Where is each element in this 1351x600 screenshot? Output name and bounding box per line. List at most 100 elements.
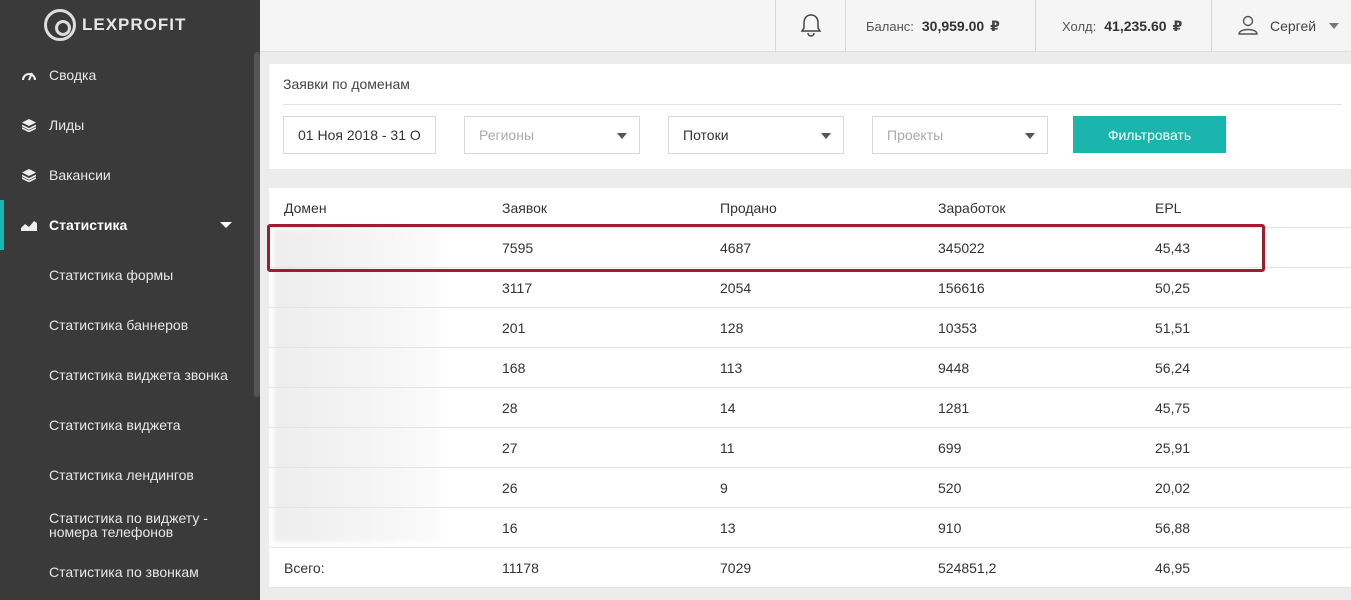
regions-select[interactable]: Регионы: [464, 116, 640, 154]
hold-label: Холд:: [1062, 18, 1097, 34]
notifications-button[interactable]: [775, 0, 845, 52]
user-menu[interactable]: Сергей: [1211, 0, 1351, 52]
filter-panel: Заявки по доменам 01 Ноя 2018 - 31 О Рег…: [269, 64, 1351, 169]
divider: [283, 104, 1342, 105]
topbar: Баланс: 30,959.00 ₽ Холд: 41,235.60 ₽ Се…: [260, 0, 1351, 52]
sold-cell: 13: [720, 519, 736, 536]
sold-cell: 11: [720, 439, 735, 456]
sidebar-item-statistics[interactable]: Статистика: [0, 200, 250, 250]
chevron-down-icon: [821, 133, 831, 139]
chevron-down-icon: [1329, 23, 1339, 29]
sidebar-subitem-callback-widget-stats[interactable]: Статистика виджета звонка: [0, 350, 250, 400]
total-requests: 11178: [502, 559, 539, 576]
regions-placeholder: Регионы: [479, 127, 535, 143]
balance-label: Баланс:: [866, 18, 914, 34]
column-header-domain[interactable]: Домен: [284, 200, 327, 216]
requests-cell: 26: [502, 479, 518, 496]
table-row: 27 11 699 25,91: [269, 428, 1351, 468]
layers-icon: [20, 118, 38, 132]
sold-cell: 128: [720, 319, 744, 336]
chevron-down-icon: [1025, 133, 1035, 139]
sidebar-item-label: Статистика: [49, 217, 128, 233]
sidebar-scrollbar[interactable]: [254, 52, 260, 397]
sidebar-subitem-call-stats[interactable]: Статистика по звонкам: [0, 550, 250, 594]
ruble-icon: ₽: [990, 17, 1000, 34]
table-row: 28 14 1281 45,75: [269, 388, 1351, 428]
logo-icon: [44, 9, 76, 41]
requests-cell: 201: [502, 319, 526, 336]
bell-icon: [800, 13, 822, 40]
user-icon: [1238, 15, 1258, 38]
sidebar-subitem-banner-stats[interactable]: Статистика баннеров: [0, 300, 250, 350]
chart-icon: [20, 218, 38, 232]
balance-value: 30,959.00: [921, 18, 985, 34]
projects-placeholder: Проекты: [887, 127, 944, 143]
logo-text: LEXPROFIT: [82, 15, 187, 34]
hold-display: Холд: 41,235.60 ₽: [1035, 0, 1211, 52]
logo[interactable]: LEXPROFIT: [0, 0, 260, 50]
earnings-cell: 9448: [938, 359, 970, 376]
streams-value: Потоки: [683, 127, 729, 143]
date-range-input[interactable]: 01 Ноя 2018 - 31 О: [283, 116, 436, 154]
chevron-down-icon[interactable]: [220, 222, 232, 228]
domain-stats-table: Домен Заявок Продано Заработок EPL 7595 …: [269, 188, 1351, 588]
hold-value: 41,235.60: [1104, 18, 1167, 34]
epl-cell: 51,51: [1155, 319, 1191, 336]
table-row: 26 9 520 20,02: [269, 468, 1351, 508]
epl-cell: 56,88: [1155, 519, 1191, 536]
earnings-cell: 1281: [938, 399, 970, 416]
table-row: 3117 2054 156616 50,25: [269, 268, 1351, 308]
requests-cell: 27: [502, 439, 518, 456]
requests-cell: 16: [502, 519, 518, 536]
epl-cell: 45,43: [1155, 239, 1191, 256]
filter-button[interactable]: Фильтровать: [1073, 116, 1226, 153]
sidebar-item-summary[interactable]: Сводка: [0, 50, 250, 100]
table-total-row: Всего: 11178 7029 524851,2 46,95: [269, 548, 1351, 588]
sidebar-item-label: Вакансии: [49, 167, 111, 183]
total-epl: 46,95: [1155, 559, 1191, 576]
earnings-cell: 910: [938, 519, 962, 536]
table-row: 168 113 9448 56,24: [269, 348, 1351, 388]
sidebar-subitem-landing-stats[interactable]: Статистика лендингов: [0, 450, 250, 500]
sidebar: LEXPROFIT Сводка Лиды Вакансии Статистик…: [0, 0, 260, 600]
table-row: 201 128 10353 51,51: [269, 308, 1351, 348]
column-header-epl[interactable]: EPL: [1155, 200, 1181, 216]
date-range-value: 01 Ноя 2018 - 31 О: [298, 127, 421, 143]
table-row: 7595 4687 345022 45,43: [269, 228, 1351, 268]
requests-cell: 3117: [502, 279, 533, 296]
column-header-earnings[interactable]: Заработок: [938, 200, 1005, 216]
ruble-icon: ₽: [1172, 17, 1183, 34]
epl-cell: 50,25: [1155, 279, 1191, 296]
earnings-cell: 156616: [938, 279, 985, 296]
column-header-requests[interactable]: Заявок: [502, 200, 547, 216]
sidebar-item-leads[interactable]: Лиды: [0, 100, 250, 150]
sold-cell: 9: [720, 479, 728, 496]
page-title: Заявки по доменам: [283, 76, 410, 92]
user-name: Сергей: [1270, 18, 1317, 34]
sidebar-item-vacancies[interactable]: Вакансии: [0, 150, 250, 200]
sidebar-item-label: Сводка: [49, 67, 97, 83]
streams-select[interactable]: Потоки: [668, 116, 844, 154]
requests-cell: 28: [502, 399, 518, 416]
column-header-sold[interactable]: Продано: [720, 200, 777, 216]
chevron-down-icon: [617, 133, 627, 139]
epl-cell: 20,02: [1155, 479, 1191, 496]
sidebar-subitem-form-stats[interactable]: Статистика формы: [0, 250, 250, 300]
epl-cell: 56,24: [1155, 359, 1191, 376]
earnings-cell: 520: [938, 479, 962, 496]
sold-cell: 2054: [720, 279, 752, 296]
earnings-cell: 10353: [938, 319, 977, 336]
sidebar-subitem-widget-stats[interactable]: Статистика виджета: [0, 400, 250, 450]
sidebar-subitem-phone-widget-stats[interactable]: Статистика по виджету - номера телефонов: [0, 500, 220, 550]
total-label: Всего:: [284, 559, 325, 576]
layers-icon: [20, 168, 38, 182]
table-header: Домен Заявок Продано Заработок EPL: [269, 188, 1351, 228]
requests-cell: 168: [502, 359, 526, 376]
sidebar-item-label: Лиды: [49, 117, 85, 133]
table-row: 16 13 910 56,88: [269, 508, 1351, 548]
projects-select[interactable]: Проекты: [872, 116, 1048, 154]
sold-cell: 113: [720, 359, 743, 376]
earnings-cell: 345022: [938, 239, 985, 256]
total-sold: 7029: [720, 559, 752, 576]
sold-cell: 14: [720, 399, 736, 416]
